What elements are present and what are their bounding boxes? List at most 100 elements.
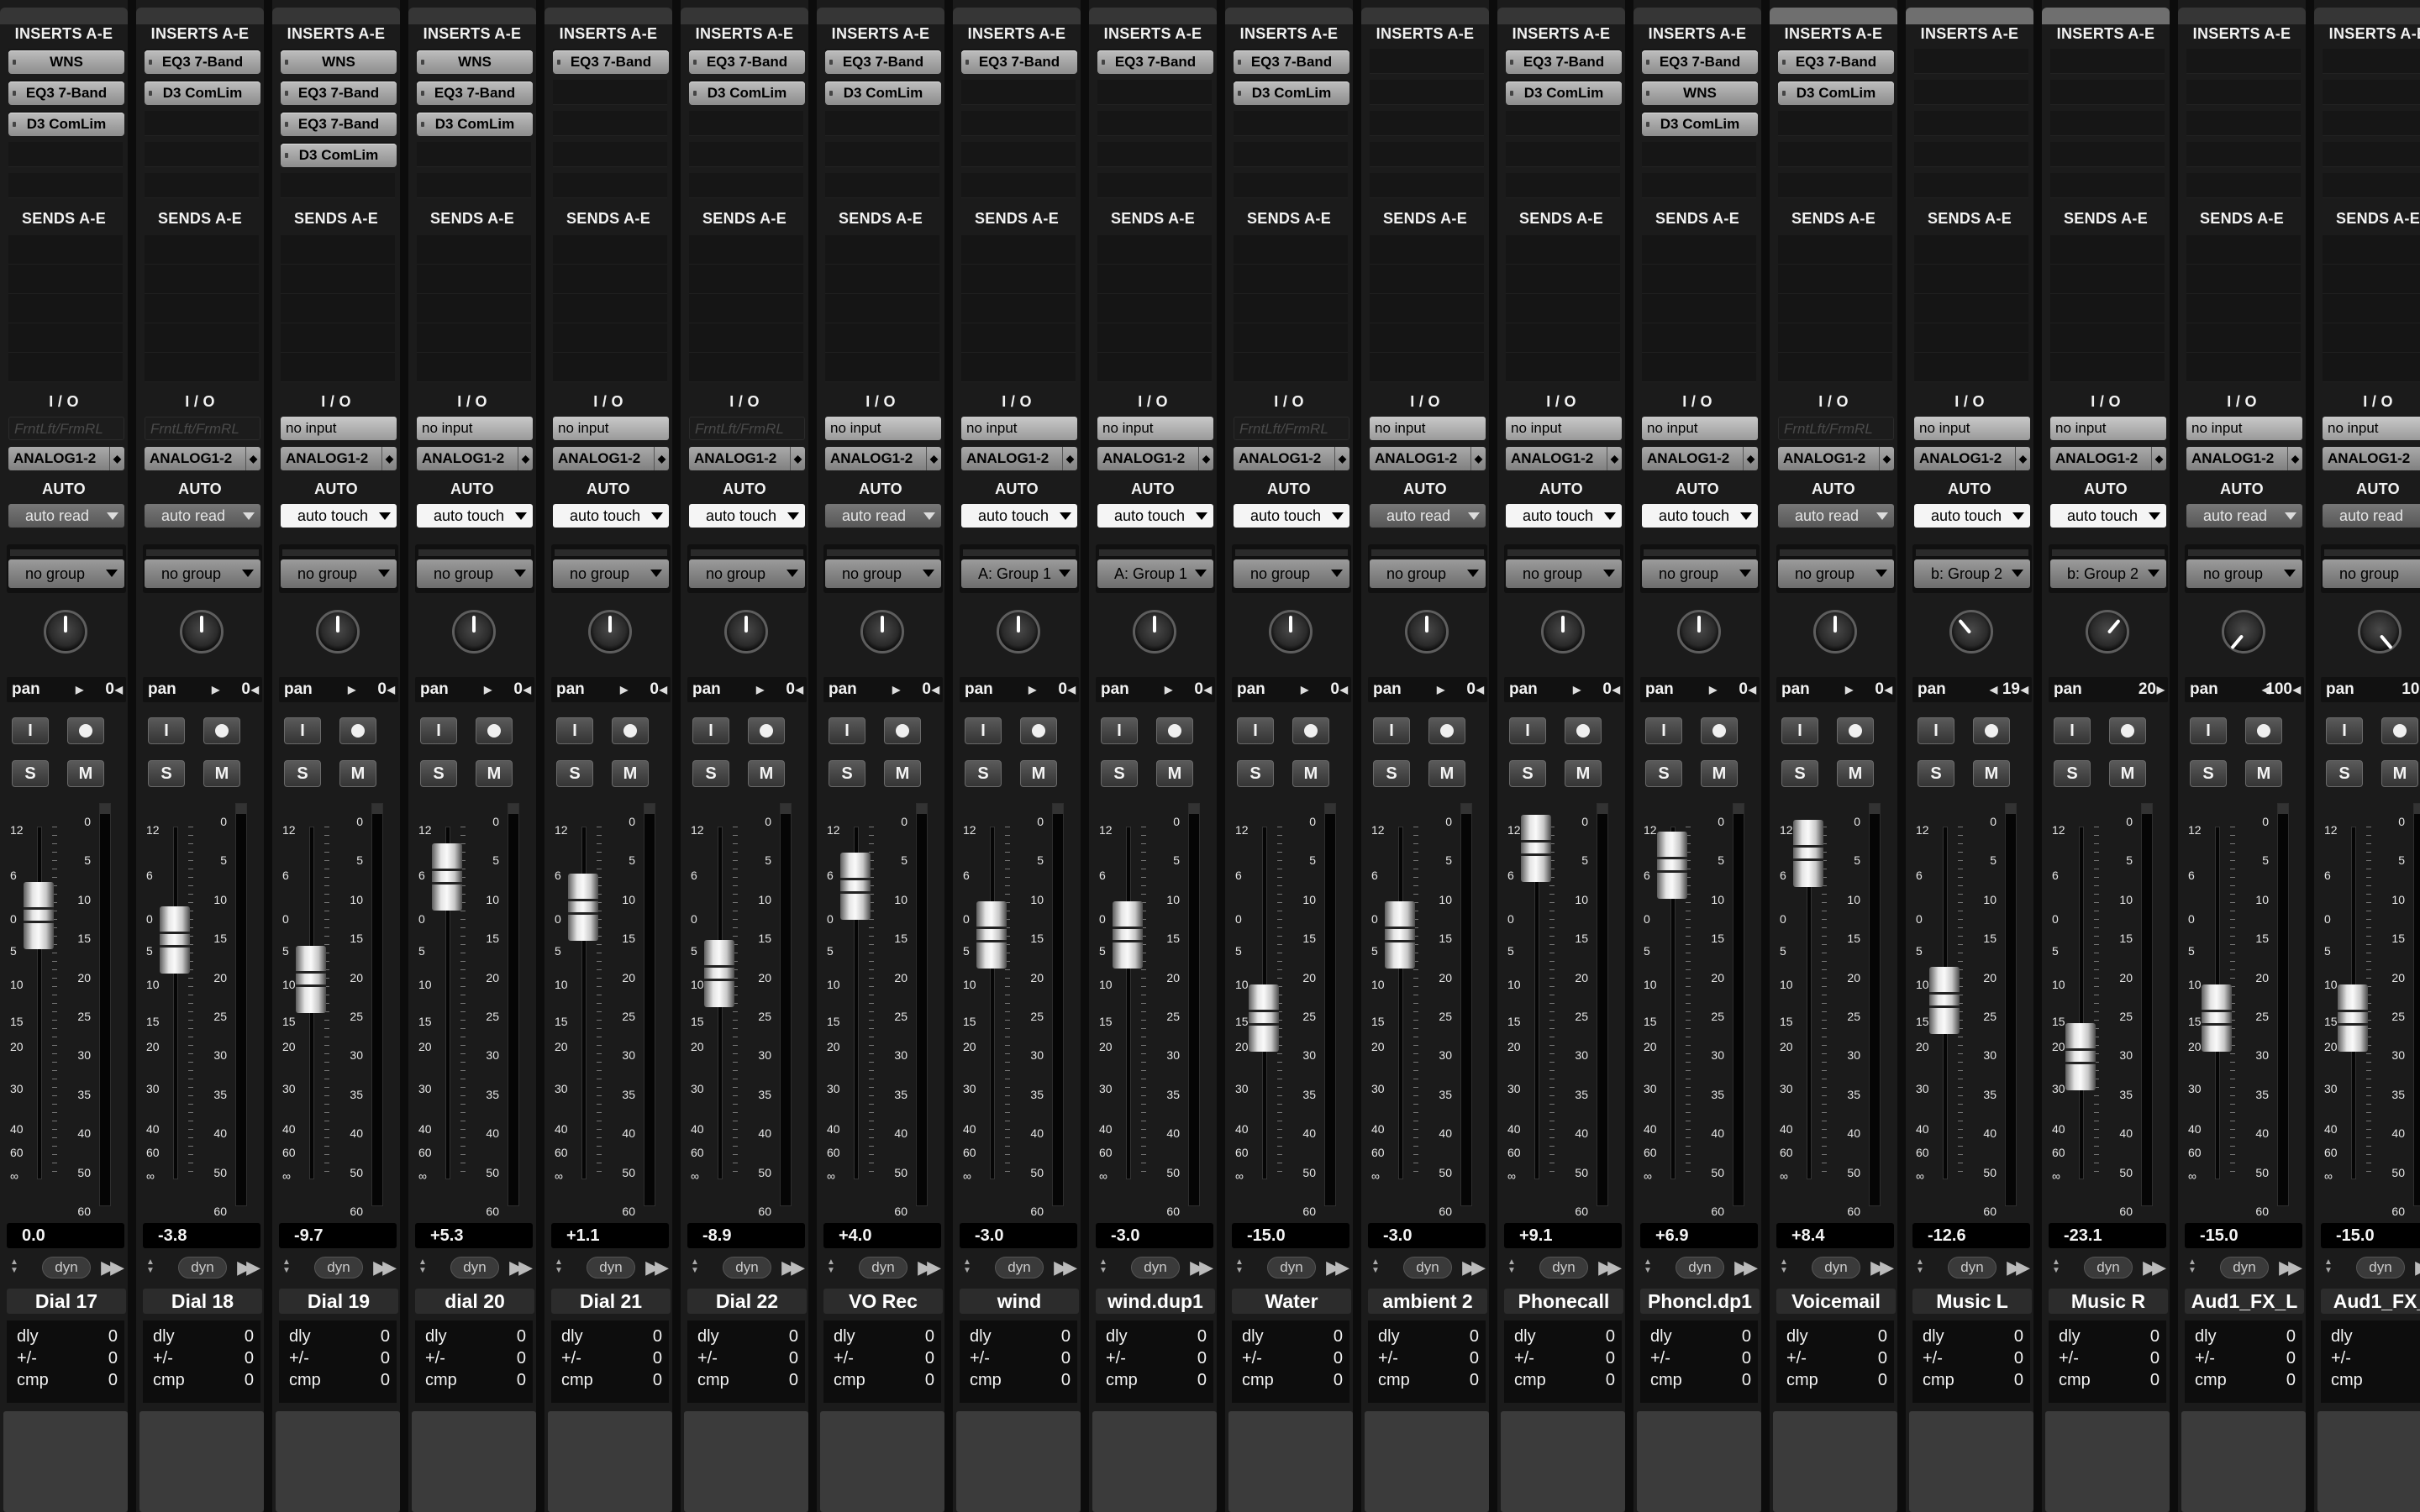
- track-name[interactable]: Music R: [2049, 1289, 2168, 1314]
- input-selector[interactable]: FrntLft/FrmRL: [1778, 417, 1894, 440]
- insert-plugin-button[interactable]: EQ3 7-Band: [417, 81, 533, 105]
- volume-fader-handle[interactable]: [1929, 966, 1960, 1034]
- output-selector[interactable]: ANALOG1-2◆: [1778, 447, 1894, 470]
- insert-plugin-button[interactable]: EQ3 7-Band: [281, 81, 397, 105]
- record-enable-button[interactable]: [1020, 717, 1057, 744]
- clip-indicator[interactable]: [1053, 804, 1063, 814]
- clip-indicator[interactable]: [1597, 804, 1607, 814]
- sends-area[interactable]: [1506, 235, 1620, 382]
- insert-slot-empty[interactable]: [2323, 173, 2420, 198]
- insert-slot-empty[interactable]: [553, 80, 667, 105]
- updown-arrows-icon[interactable]: ▲ ▼: [2188, 1258, 2196, 1275]
- volume-fader-handle[interactable]: [976, 900, 1007, 969]
- sends-area[interactable]: [553, 235, 667, 382]
- automation-mode-selector[interactable]: auto read: [825, 504, 941, 528]
- automation-mode-selector[interactable]: auto touch: [1642, 504, 1758, 528]
- plusminus-value[interactable]: 0: [381, 1349, 390, 1368]
- pan-readout[interactable]: pan ◀ 100 ◀: [2185, 677, 2304, 702]
- solo-button[interactable]: S: [1237, 760, 1274, 787]
- clip-indicator[interactable]: [2414, 804, 2420, 814]
- plusminus-value[interactable]: 0: [245, 1349, 254, 1368]
- track-name[interactable]: Phoncl.dp1: [1640, 1289, 1760, 1314]
- automation-mode-selector[interactable]: auto touch: [1234, 504, 1349, 528]
- solo-button[interactable]: S: [148, 760, 185, 787]
- record-enable-button[interactable]: [2109, 717, 2146, 744]
- volume-fader-handle[interactable]: [1521, 815, 1551, 883]
- track-name[interactable]: dial 20: [415, 1289, 534, 1314]
- updown-arrows-icon[interactable]: ▲ ▼: [1099, 1258, 1107, 1275]
- track-name[interactable]: Dial 19: [279, 1289, 398, 1314]
- volume-fader-handle[interactable]: [2202, 984, 2232, 1052]
- fast-forward-icon[interactable]: ▶▶: [645, 1257, 669, 1278]
- insert-plugin-button[interactable]: WNS: [1642, 81, 1758, 105]
- insert-slot-empty[interactable]: [1370, 173, 1484, 198]
- output-selector[interactable]: ANALOG1-2◆: [961, 447, 1077, 470]
- input-monitor-button[interactable]: I: [2326, 717, 2363, 744]
- pan-knob[interactable]: [180, 610, 224, 654]
- insert-slot-empty[interactable]: [2186, 173, 2301, 198]
- insert-slot-empty[interactable]: [2186, 142, 2301, 167]
- output-selector[interactable]: ANALOG1-2◆: [1506, 447, 1622, 470]
- insert-slot-empty[interactable]: [2186, 111, 2301, 136]
- plusminus-value[interactable]: 0: [1197, 1349, 1207, 1368]
- input-monitor-button[interactable]: I: [1101, 717, 1138, 744]
- mute-button[interactable]: M: [1565, 760, 1602, 787]
- volume-readout[interactable]: -15.0: [2185, 1223, 2302, 1248]
- group-selector[interactable]: no group: [1642, 559, 1758, 588]
- sends-area[interactable]: [1778, 235, 1892, 382]
- track-name[interactable]: Voicemail: [1776, 1289, 1896, 1314]
- comments-field[interactable]: [412, 1411, 536, 1512]
- clip-indicator[interactable]: [100, 804, 110, 814]
- sends-area[interactable]: [2186, 235, 2301, 382]
- record-enable-button[interactable]: [1156, 717, 1193, 744]
- updown-arrows-icon[interactable]: ▲ ▼: [1507, 1258, 1516, 1275]
- insert-plugin-button[interactable]: EQ3 7-Band: [1234, 50, 1349, 74]
- input-monitor-button[interactable]: I: [2190, 717, 2227, 744]
- pan-readout[interactable]: pan100▶: [2321, 677, 2420, 702]
- pan-knob[interactable]: [860, 610, 904, 654]
- pan-knob[interactable]: [1949, 610, 1993, 654]
- clip-indicator[interactable]: [1461, 804, 1471, 814]
- group-selector[interactable]: no group: [2186, 559, 2302, 588]
- solo-button[interactable]: S: [284, 760, 321, 787]
- pan-knob[interactable]: [1133, 610, 1176, 654]
- comments-field[interactable]: [3, 1411, 128, 1512]
- pan-readout[interactable]: pan ▶ 0 ◀: [1232, 677, 1351, 702]
- insert-plugin-button[interactable]: EQ3 7-Band: [1097, 50, 1213, 74]
- input-selector[interactable]: no input: [1914, 417, 2030, 440]
- input-monitor-button[interactable]: I: [1781, 717, 1818, 744]
- insert-slot-empty[interactable]: [1370, 142, 1484, 167]
- insert-slot-empty[interactable]: [1370, 111, 1484, 136]
- volume-readout[interactable]: -3.0: [1368, 1223, 1486, 1248]
- output-selector[interactable]: ANALOG1-2◆: [2323, 447, 2420, 470]
- solo-button[interactable]: S: [692, 760, 729, 787]
- solo-button[interactable]: S: [1781, 760, 1818, 787]
- group-selector[interactable]: no group: [825, 559, 941, 588]
- insert-plugin-button[interactable]: D3 ComLim: [145, 81, 260, 105]
- mute-button[interactable]: M: [884, 760, 921, 787]
- record-enable-button[interactable]: [67, 717, 104, 744]
- plusminus-value[interactable]: 0: [1606, 1349, 1615, 1368]
- insert-slot-empty[interactable]: [1234, 142, 1348, 167]
- input-selector[interactable]: no input: [2323, 417, 2420, 440]
- input-monitor-button[interactable]: I: [2054, 717, 2091, 744]
- insert-plugin-button[interactable]: EQ3 7-Band: [961, 50, 1077, 74]
- updown-arrows-icon[interactable]: ▲ ▼: [282, 1258, 291, 1275]
- updown-arrows-icon[interactable]: ▲ ▼: [1371, 1258, 1380, 1275]
- sends-area[interactable]: [1370, 235, 1484, 382]
- record-enable-button[interactable]: [884, 717, 921, 744]
- solo-button[interactable]: S: [2190, 760, 2227, 787]
- pan-knob[interactable]: [316, 610, 360, 654]
- input-selector[interactable]: no input: [1642, 417, 1758, 440]
- solo-button[interactable]: S: [1645, 760, 1682, 787]
- output-selector[interactable]: ANALOG1-2◆: [1097, 447, 1213, 470]
- dyn-button[interactable]: dyn: [1812, 1257, 1860, 1278]
- track-name[interactable]: Phonecall: [1504, 1289, 1623, 1314]
- mute-button[interactable]: M: [2109, 760, 2146, 787]
- record-enable-button[interactable]: [1837, 717, 1874, 744]
- comments-field[interactable]: [276, 1411, 400, 1512]
- pan-readout[interactable]: pan ▶ 0 ◀: [7, 677, 126, 702]
- output-selector[interactable]: ANALOG1-2◆: [417, 447, 533, 470]
- sends-area[interactable]: [8, 235, 123, 382]
- pan-readout[interactable]: pan ▶ 0 ◀: [1368, 677, 1487, 702]
